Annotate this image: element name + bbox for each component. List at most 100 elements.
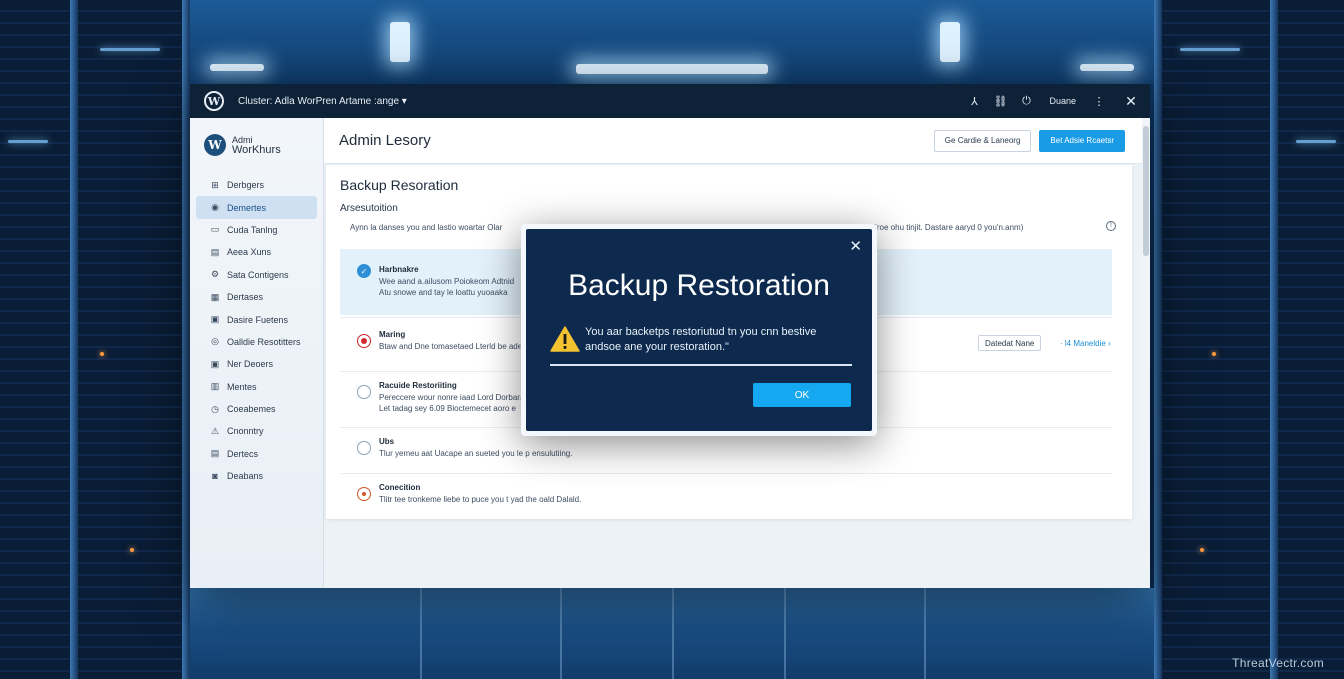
server-rack-right [1154,0,1344,679]
restore-option[interactable]: Conecition Tlitr tee tronkeme liebe to p… [340,473,1112,515]
floor-tile-line [560,588,562,679]
close-window-icon[interactable]: ✕ [1112,93,1150,110]
more-options-icon[interactable]: ⋮ [1086,95,1112,108]
ceiling-light [390,22,410,62]
ceiling-light [576,64,768,74]
sidebar-item[interactable]: ◷ Coeabemes [190,398,323,420]
brand: W Admi WorKhurs [190,118,323,172]
sidebar-item-label: Derbgers [227,180,265,191]
sidebar-item-label: Mentes [227,381,257,392]
panel-title: Backup Resoration [340,177,459,193]
option-description: Wee aand a.ailusom Poiokeom Adtnid [379,277,515,286]
tools-icon: ▭ [210,224,220,235]
power-icon[interactable]: ⏻ [1013,95,1039,108]
dialog-divider [550,364,852,366]
sidebar-item[interactable]: ▤ Dertecs [190,443,323,465]
window-title[interactable]: Cluster: Adla WorPren Artame :ange ▾ [238,96,407,107]
sidebar: W Admi WorKhurs ⊞ Derbgers ◉ Demertes ▭ Cuda … [190,118,324,588]
dashboard-icon: ⊞ [211,179,219,190]
close-icon[interactable]: ✕ [849,237,862,255]
server-rack-left [0,0,190,679]
dialog-message-line-2: andsoe ane your restoration." [585,341,729,353]
logs-icon: ◙ [212,471,218,482]
sidebar-item-label: Sata Contigens [227,269,289,280]
sidebar-item[interactable]: ⚙ Sata Contigens [190,264,323,286]
sidebar-item[interactable]: ◙ Deabans [190,465,323,487]
option-description: Tlitr tee tronkeme liebe to puce you t y… [379,495,582,504]
panel-description-right: Froe ohu tinjit. Dastare aaryd 0 you'n.a… [872,223,1024,232]
secondary-action-button[interactable]: Ge Cardie & Laneorg [933,129,1032,152]
warning-icon [550,326,580,352]
option-link[interactable]: · l4 Maneldie › [1060,339,1111,348]
wordpress-logo-icon[interactable]: W [204,91,224,111]
sidebar-item[interactable]: ▭ Cuda Tanlng [190,219,323,241]
floor-tile-line [672,588,674,679]
sidebar-item-label: Cuda Tanlng [227,224,278,235]
sidebar-item-label: Aeea Xuns [227,247,272,258]
sidebar-item[interactable]: ⊞ Derbgers [190,174,323,196]
checkbox-checked-icon[interactable]: ✓ [357,264,371,278]
sidebar-item[interactable]: ◉ Demertes [196,196,317,219]
sidebar-item[interactable]: ▤ Aeea Xuns [190,241,323,263]
rack-edge [182,0,190,679]
rack-light [1180,48,1240,51]
sidebar-item[interactable]: ◎ Oalldie Resotitters [190,331,323,353]
sidebar-item-label: Coeabemes [227,404,276,415]
option-title: Harbnakre [379,265,419,274]
sidebar-item[interactable]: ▥ Mentes [190,376,323,398]
rack-edge [1270,0,1278,679]
floor-tile-line [784,588,786,679]
rack-light [8,140,48,143]
user-name[interactable]: Duane [1049,96,1076,106]
option-title: Racuide Restoriiting [379,381,457,390]
sidebar-item[interactable]: ▣ Ner Deoers [190,353,323,375]
option-description: Tlur yemeu aat Uacape an sueted you le p… [379,449,573,458]
error-radio-icon[interactable] [357,334,371,348]
info-icon[interactable]: ! [1106,221,1116,231]
option-action-button[interactable]: Datedat Nane [978,335,1042,351]
panel-description: Aynn la danses you and lastio woartar Ol… [350,223,503,232]
page-title: Admin Lesory [339,132,431,149]
sidebar-item[interactable]: ⚠ Cnonntry [190,420,323,442]
wordpress-logo-icon: W [204,134,226,156]
link-icon[interactable]: ⛓ [987,95,1013,108]
sidebar-item-label: Demertes [227,202,267,213]
dialog-message-line-1: You aar backetps restoriutud tn you cnn … [585,326,817,338]
sidebar-item-label: Dasire Fuetens [227,314,289,325]
ok-button[interactable]: OK [753,383,851,407]
scrollbar-thumb[interactable] [1143,126,1149,256]
radio-empty-icon[interactable] [357,385,371,399]
media-icon: ▤ [210,246,220,257]
dialog-body: ✕ Backup Restoration You aar backetps re… [526,229,872,431]
database-icon: ▦ [210,291,220,302]
rack-led [130,548,134,552]
floor-tile-line [420,588,422,679]
scrollbar[interactable] [1142,118,1150,518]
rack-led [1212,352,1216,356]
watermark: ThreatVectr.com [1232,656,1324,670]
sidebar-item[interactable]: ▣ Dasire Fuetens [190,308,323,330]
dialog-title: Backup Restoration [568,269,830,302]
primary-action-button[interactable]: Bet Adsie Rcaetsr [1039,129,1125,152]
pages-icon: ◉ [211,202,219,213]
sidebar-item-label: Dertecs [227,448,259,459]
settings-icon: ⚙ [210,269,220,280]
devices-icon: ▤ [210,448,220,459]
option-title: Conecition [379,483,421,492]
option-description: Pereccere wour nonre iaad Lord Dorbaras [379,393,529,402]
rack-light [100,48,160,51]
sidebar-item-label: Cnonntry [227,426,264,437]
radio-empty-icon[interactable] [357,441,371,455]
users-icon: ▣ [210,358,220,369]
top-bar: Admin Lesory Ge Cardie & Laneorg Bet Ads… [324,118,1150,164]
network-icon[interactable]: ⅄ [961,95,987,108]
option-description: Btaw and Dne tomasetaed Lterld be ade [379,342,523,351]
clock-icon: ◷ [211,403,219,414]
ceiling-light [1080,64,1134,71]
ceiling-light [940,22,960,62]
sidebar-item-label: Deabans [227,471,264,482]
dialog-message: You aar backetps restoriutud tn you cnn … [585,325,816,355]
alert-icon: ⚠ [210,425,220,436]
sidebar-item[interactable]: ▦ Dertases [190,286,323,308]
warning-radio-icon[interactable] [357,487,371,501]
